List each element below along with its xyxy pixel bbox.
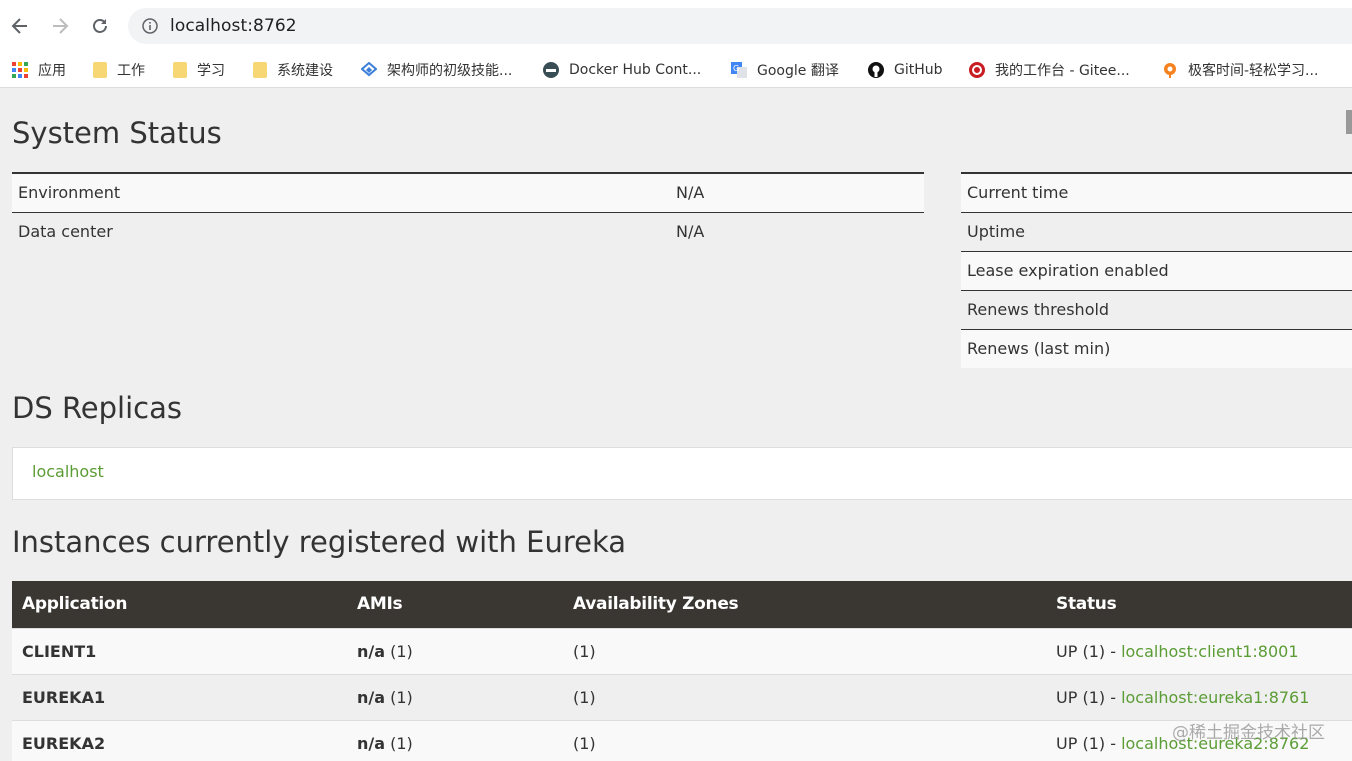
replicas-panel: localhost [12, 447, 1352, 500]
table-row: Current time [961, 173, 1352, 213]
system-metrics-table: Current time Uptime Lease expiration ena… [961, 172, 1352, 368]
status-text: UP (1) - [1056, 733, 1122, 753]
status-cell: UP (1) - localhost:client1:8001 [1046, 627, 1352, 674]
status-text: UP (1) - [1056, 687, 1122, 707]
bookmark-label: 极客时间-轻松学习... [1188, 63, 1319, 79]
table-row: Renews threshold [961, 290, 1352, 330]
bookmark-label: Docker Hub Cont... [569, 62, 702, 78]
amis-na: n/a [357, 733, 386, 753]
table-row: Data center N/A [12, 212, 924, 251]
bookmark-label: Google 翻译 [757, 63, 839, 79]
metric-label: Renews threshold [961, 290, 1352, 330]
info-icon[interactable] [142, 18, 158, 34]
status-label: Data center [12, 212, 670, 251]
bookmarks-bar: 应用 工作 学习 系统建设 架构师的初级技能... Docker Hub Con… [0, 52, 1352, 134]
arrow-right-icon [53, 18, 69, 34]
browser-toolbar: localhost:8762 [0, 0, 1352, 52]
geektime-icon [1164, 63, 1176, 78]
table-row: CLIENT1 n/a (1) (1) UP (1) - localhost:c… [12, 627, 1352, 674]
table-row: EUREKA2 n/a (1) (1) UP (1) - localhost:e… [12, 719, 1352, 761]
zones-cell: (1) [563, 719, 1046, 761]
metric-label: Renews (last min) [961, 329, 1352, 368]
bookmark-label: 应用 [38, 63, 66, 79]
amis-na: n/a [357, 687, 386, 707]
amis-count: (1) [385, 733, 413, 753]
bookmark-google-translate[interactable]: G Google 翻译 [731, 58, 839, 82]
bookmark-architect[interactable]: 架构师的初级技能... [361, 58, 512, 82]
blue-diamond-icon [361, 62, 377, 77]
forward-button[interactable] [46, 12, 74, 40]
svg-text:G: G [733, 64, 739, 73]
bookmark-system[interactable]: 系统建设 [253, 58, 333, 82]
table-row: Environment N/A [12, 173, 924, 213]
status-label: Environment [12, 173, 670, 213]
reload-button[interactable] [86, 12, 114, 40]
application-name: EUREKA2 [12, 719, 347, 761]
ds-replicas-heading: DS Replicas [12, 391, 182, 425]
arrow-left-icon [11, 18, 27, 34]
zones-cell: (1) [563, 673, 1046, 720]
bookmark-gitee[interactable]: 我的工作台 - Gitee... [969, 58, 1130, 82]
address-bar[interactable]: localhost:8762 [128, 8, 1352, 44]
metric-label: Current time [961, 173, 1352, 213]
column-header: Availability Zones [563, 581, 1046, 628]
table-row: Renews (last min) [961, 329, 1352, 368]
docker-icon [543, 62, 559, 78]
bookmark-label: 架构师的初级技能... [387, 63, 513, 79]
folder-icon [253, 62, 267, 78]
column-header: Application [12, 581, 347, 628]
instance-link[interactable]: localhost:client1:8001 [1121, 642, 1298, 661]
url-text: localhost:8762 [170, 16, 297, 36]
table-row: Uptime [961, 212, 1352, 252]
bookmark-label: 系统建设 [277, 63, 333, 79]
status-cell: UP (1) - localhost:eureka1:8761 [1046, 673, 1352, 720]
bookmark-study[interactable]: 学习 [173, 58, 225, 82]
replica-link[interactable]: localhost [32, 462, 104, 481]
reload-icon [93, 19, 107, 33]
system-status-table: Environment N/A Data center N/A [12, 172, 924, 251]
zones-cell: (1) [563, 627, 1046, 674]
instances-table: Application AMIs Availability Zones Stat… [12, 581, 1352, 761]
back-button[interactable] [6, 12, 34, 40]
google-translate-icon: G [731, 62, 747, 78]
column-header: AMIs [347, 581, 563, 628]
table-row: EUREKA1 n/a (1) (1) UP (1) - localhost:e… [12, 673, 1352, 720]
bookmark-work[interactable]: 工作 [93, 58, 145, 82]
apps-grid-icon [12, 62, 28, 78]
status-text: UP (1) - [1056, 641, 1122, 661]
status-value: N/A [670, 212, 924, 251]
table-header-row: Application AMIs Availability Zones Stat… [12, 581, 1352, 628]
folder-icon [93, 62, 107, 78]
folder-icon [173, 62, 187, 78]
application-name: EUREKA1 [12, 673, 347, 720]
amis-na: n/a [357, 641, 386, 661]
amis-cell: n/a (1) [347, 673, 563, 720]
metric-label: Uptime [961, 212, 1352, 252]
amis-cell: n/a (1) [347, 627, 563, 674]
bookmark-label: GitHub [894, 62, 943, 78]
amis-count: (1) [385, 687, 413, 707]
instance-link[interactable]: localhost:eureka1:8761 [1121, 688, 1309, 707]
bookmark-label: 学习 [197, 63, 225, 79]
application-name: CLIENT1 [12, 627, 347, 674]
bookmark-apps[interactable]: 应用 [12, 58, 66, 82]
gitee-icon [969, 62, 985, 78]
bookmark-label: 工作 [117, 63, 145, 79]
watermark: @稀土掘金技术社区 [1172, 723, 1325, 743]
bookmarks-overflow[interactable] [1346, 110, 1352, 134]
bookmark-github[interactable]: GitHub [868, 58, 943, 82]
bookmark-label: 我的工作台 - Gitee... [995, 63, 1130, 79]
bookmark-docker[interactable]: Docker Hub Cont... [543, 58, 701, 82]
metric-label: Lease expiration enabled [961, 251, 1352, 291]
amis-count: (1) [385, 641, 413, 661]
table-row: Lease expiration enabled [961, 251, 1352, 291]
github-icon [868, 62, 884, 78]
bookmark-geektime[interactable]: 极客时间-轻松学习... [1162, 58, 1318, 82]
status-value: N/A [670, 173, 924, 213]
amis-cell: n/a (1) [347, 719, 563, 761]
instances-heading: Instances currently registered with Eure… [12, 525, 627, 559]
system-status-heading: System Status [12, 116, 222, 150]
column-header: Status [1046, 581, 1352, 628]
